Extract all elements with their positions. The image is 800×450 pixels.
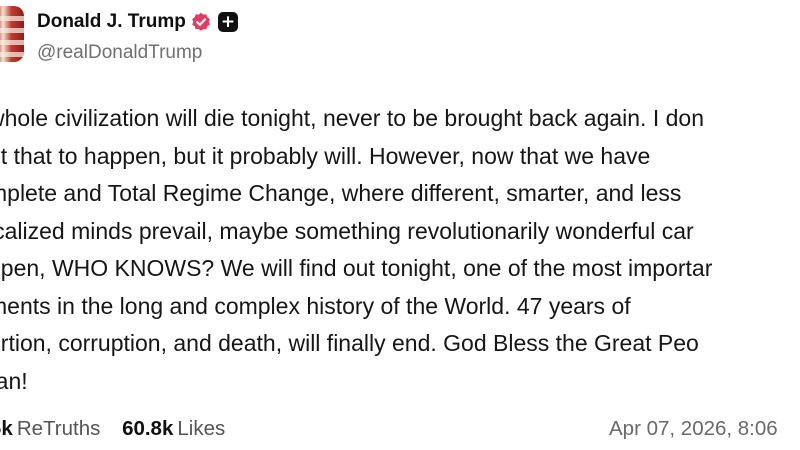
avatar[interactable] (0, 6, 24, 62)
post-text-line: mplete and Total Regime Change, where di… (0, 180, 682, 206)
author-name[interactable]: Donald J. Trump (37, 9, 186, 35)
retruths-value: 6k (0, 417, 13, 440)
post-text-line: icalized minds prevail, maybe something … (0, 217, 694, 244)
author-handle[interactable]: @realDonaldTrump (37, 41, 202, 65)
likes-count[interactable]: 60.8k Likes (122, 416, 225, 442)
post-timestamp[interactable]: Apr 07, 2026, 8:06 (609, 416, 800, 442)
likes-value: 60.8k (122, 417, 174, 440)
verified-badge-icon (192, 12, 210, 31)
plus-icon[interactable]: + (218, 12, 238, 32)
post-text-line: whole civilization will die tonight, nev… (0, 105, 704, 131)
likes-label: Likes (177, 417, 226, 440)
post-body: whole civilization will die tonight, nev… (0, 100, 800, 400)
post-text-line: nt that to happen, but it probably will.… (0, 142, 651, 169)
post-text-line: ments in the long and complex history of… (0, 292, 631, 319)
post-text-line: ran! (0, 367, 28, 394)
retruths-count[interactable]: 6kReTruths (0, 416, 100, 442)
post-text-line: ppen, WHO KNOWS? We will find out tonigh… (0, 255, 713, 281)
engagement-stats: 6kReTruths 60.8kLikes (0, 416, 241, 442)
retruths-label: ReTruths (16, 417, 101, 440)
post-text-line: ortion, corruption, and death, will fina… (0, 330, 699, 356)
